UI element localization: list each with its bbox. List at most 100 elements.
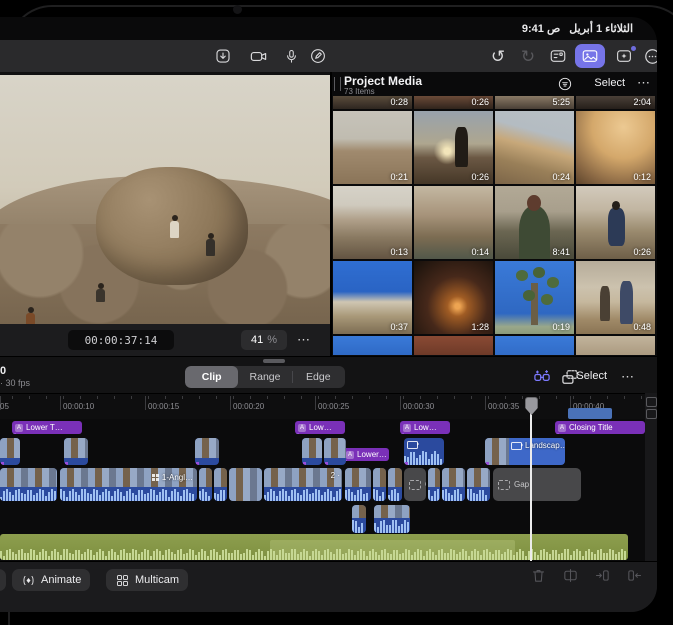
enhance-icon[interactable] — [531, 366, 553, 388]
microphone-icon[interactable] — [279, 44, 303, 68]
media-thumbnail[interactable]: 0:28 — [333, 96, 412, 109]
media-thumbnail[interactable]: 5:25 — [495, 96, 574, 109]
blade-icon[interactable] — [562, 567, 580, 585]
media-thumbnail[interactable]: 0:12 — [576, 111, 655, 184]
tab-edge[interactable]: Edge — [292, 366, 345, 388]
clipped-button[interactable] — [0, 569, 6, 591]
primary-clip[interactable] — [373, 468, 386, 501]
zoom-level[interactable]: 41 % — [241, 330, 287, 350]
media-thumbnail[interactable]: 0:26 — [414, 111, 493, 184]
media-thumbnail[interactable]: 8:41 — [495, 186, 574, 259]
more-icon[interactable] — [640, 44, 657, 68]
track-page-icon[interactable] — [646, 397, 657, 407]
playhead-line[interactable] — [530, 409, 532, 561]
tab-clip[interactable]: Clip — [185, 366, 238, 388]
title-clip[interactable]: ALow… — [295, 421, 345, 434]
clip-duration: 0:24 — [552, 172, 570, 182]
connected-clip[interactable] — [302, 438, 322, 465]
insert-before-icon[interactable] — [594, 567, 612, 585]
connected-clip[interactable]: Landscap… — [485, 438, 565, 465]
title-clip[interactable]: ALower… — [343, 448, 389, 461]
media-thumbnail[interactable]: 0:14 — [414, 186, 493, 259]
gap-clip[interactable]: Gap — [493, 468, 581, 501]
media-thumbnail[interactable]: 2:04 — [576, 96, 655, 109]
timeline-more-icon[interactable]: ⋯ — [621, 369, 635, 385]
tab-range[interactable]: Range — [238, 366, 291, 388]
primary-clip[interactable] — [214, 468, 227, 501]
media-grid: 0:280:265:252:040:210:260:240:120:130:14… — [333, 96, 657, 355]
connected-audio-clip[interactable] — [352, 505, 366, 533]
media-thumbnail[interactable] — [576, 336, 655, 355]
primary-clip[interactable]: 2 · — [264, 468, 342, 501]
media-thumbnail[interactable]: 0:26 — [414, 96, 493, 109]
primary-clip[interactable] — [199, 468, 212, 501]
title-clip[interactable]: ALower T… — [12, 421, 82, 434]
media-thumbnail[interactable]: 0:37 — [333, 261, 412, 334]
ruler-label: 00:00:20 — [233, 402, 264, 411]
media-select-button[interactable]: Select — [594, 77, 625, 89]
connected-clip-bar[interactable] — [568, 408, 612, 419]
primary-clip[interactable] — [229, 468, 262, 501]
trash-icon[interactable] — [530, 567, 548, 585]
media-thumbnail[interactable]: 0:48 — [576, 261, 655, 334]
timeline-scrollbar[interactable] — [645, 393, 657, 561]
animate-button[interactable]: Animate — [12, 569, 90, 591]
clip-duration: 0:12 — [633, 172, 651, 182]
media-thumbnail[interactable] — [495, 336, 574, 355]
connected-clip[interactable] — [324, 438, 346, 465]
primary-clip[interactable] — [388, 468, 402, 501]
video-preview[interactable] — [0, 75, 330, 324]
media-thumbnail[interactable] — [333, 336, 412, 355]
media-thumbnail[interactable] — [414, 336, 493, 355]
timecode-display[interactable]: 00:00:37:14 — [68, 330, 174, 350]
primary-clip[interactable] — [467, 468, 490, 501]
import-icon[interactable] — [211, 44, 235, 68]
media-browser-icon[interactable] — [575, 44, 605, 68]
media-thumbnail[interactable]: 0:21 — [333, 111, 412, 184]
ruler-major-tick — [400, 396, 401, 410]
primary-clip[interactable] — [0, 468, 57, 501]
connected-clip[interactable] — [0, 438, 20, 465]
clip-duration: 2:04 — [633, 97, 651, 107]
timeline-ruler[interactable]: 0500:00:1000:00:1500:00:2000:00:2500:00:… — [0, 393, 645, 420]
track-page-icon[interactable] — [646, 409, 657, 419]
timeline-select-button[interactable]: Select — [576, 370, 607, 382]
media-thumbnail[interactable]: 0:13 — [333, 186, 412, 259]
attach-dot — [556, 433, 559, 434]
title-badge-icon: A — [346, 451, 354, 459]
clip-waveform — [467, 487, 490, 501]
primary-clip[interactable]: 1-Angl… — [60, 468, 197, 501]
media-thumbnail[interactable]: 0:19 — [495, 261, 574, 334]
title-clip[interactable]: ALow… — [400, 421, 450, 434]
primary-clip[interactable] — [345, 468, 371, 501]
connected-audio-clip[interactable] — [374, 505, 410, 533]
media-thumbnail[interactable]: 0:26 — [576, 186, 655, 259]
gap-clip[interactable]: Gap — [404, 468, 426, 501]
screen: 9:41 ص الثلاثاء 1 أبريل ↺ ↻ — [0, 17, 657, 612]
connected-clip[interactable] — [404, 438, 444, 465]
title-clip[interactable]: AClosing Title — [555, 421, 645, 434]
media-more-icon[interactable]: ⋯ — [637, 75, 651, 91]
clip-duration: 0:14 — [471, 247, 489, 257]
primary-clip[interactable] — [442, 468, 465, 501]
multicam-button[interactable]: Multicam — [106, 569, 188, 591]
inspector-icon[interactable] — [546, 44, 570, 68]
ruler-tick — [46, 396, 47, 399]
redo-icon[interactable]: ↻ — [516, 44, 540, 68]
primary-clip[interactable] — [428, 468, 440, 501]
effects-icon[interactable] — [612, 44, 636, 68]
media-thumbnail[interactable]: 0:24 — [495, 111, 574, 184]
viewer-more-icon[interactable]: ⋯ — [297, 332, 311, 348]
insert-after-icon[interactable] — [626, 567, 644, 585]
panel-grab-handle[interactable] — [334, 77, 341, 91]
ruler-major-tick — [60, 396, 61, 410]
record-video-icon[interactable] — [246, 44, 270, 68]
audio-clip[interactable] — [0, 534, 628, 560]
undo-icon[interactable]: ↺ — [486, 44, 510, 68]
connected-clip[interactable] — [64, 438, 88, 465]
filter-icon[interactable] — [557, 76, 573, 92]
connected-clip[interactable] — [195, 438, 219, 465]
media-thumbnail[interactable]: 1:28 — [414, 261, 493, 334]
timeline-resize-handle[interactable] — [263, 359, 285, 363]
apple-pencil-icon[interactable] — [306, 44, 330, 68]
